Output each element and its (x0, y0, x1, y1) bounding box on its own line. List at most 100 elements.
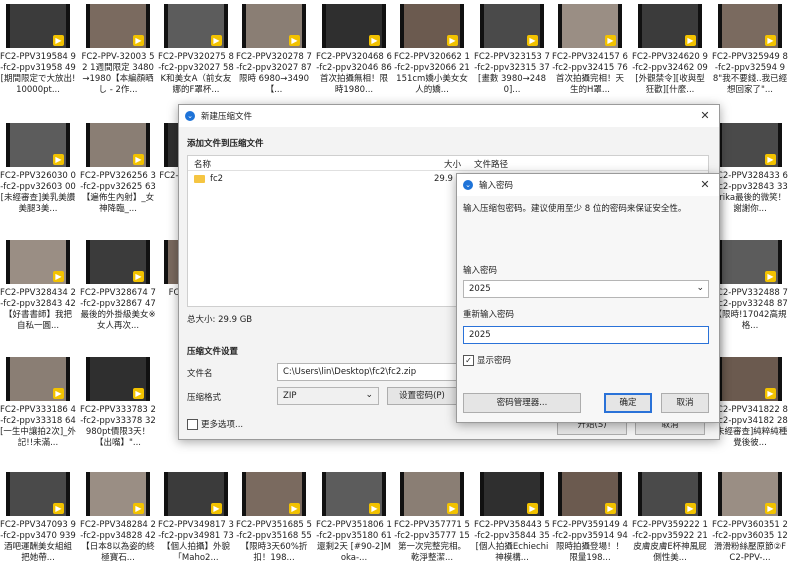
play-badge-icon: ▶ (765, 35, 776, 46)
video-file-tile[interactable]: ▶ FC2-PPV351806 1-fc2-ppv35180 61還剩2天 [#9… (316, 470, 392, 582)
play-badge-icon: ▶ (133, 271, 144, 282)
format-label: 压缩格式 (187, 393, 222, 403)
video-file-tile[interactable]: ▶ FC2-PPV359222 1-fc2-ppv35922 21皮膚皮膚E杯神風… (632, 470, 708, 582)
play-badge-icon: ▶ (289, 35, 300, 46)
video-file-name: FC2-PPV341822 8-fc2-ppv34182 28[未經審查]純粹純… (712, 405, 788, 448)
video-file-name: FC2-PPV320275 8-fc2-ppv32027 58K和美女A（前女友… (158, 52, 234, 95)
video-thumbnail: ▶ (718, 123, 782, 167)
play-badge-icon: ▶ (211, 35, 222, 46)
video-file-tile[interactable]: ▶ FC2-PPV351685 5-fc2-ppv35168 55【限時3天60%… (236, 470, 312, 582)
video-thumbnail: ▶ (6, 357, 70, 401)
video-thumbnail: ▶ (86, 357, 150, 401)
video-thumbnail: ▶ (718, 240, 782, 284)
app-icon: ⌄ (463, 180, 473, 190)
video-file-tile[interactable]: ▶ FC2-PPV324157 6-fc2-ppv32415 76首次拍攝完相！天… (552, 2, 628, 114)
play-badge-icon: ▶ (685, 35, 696, 46)
video-file-name: FC2-PPV320662 1-fc2-ppv32066 21151cm嬌小美女… (394, 52, 470, 95)
video-file-name: FC2-PPV323153 7-fc2-ppv32315 37[畫數 3980→… (474, 52, 550, 95)
column-path-header[interactable]: 文件路径 (474, 158, 508, 170)
video-file-tile[interactable]: ▶ FC2-PPV349817 3-fc2-ppv34981 73【個人拍攝】外貌… (158, 470, 234, 582)
format-select[interactable]: ZIP ⌄ (277, 387, 379, 405)
video-file-tile[interactable]: ▶ FC2-PPV348284 2-fc2-ppv34828 42【日本8以為姿的… (80, 470, 156, 582)
video-file-tile[interactable]: ▶ FC2-PPV320278 7-fc2-ppv32027 87限時 6980→… (236, 2, 312, 114)
video-thumbnail: ▶ (86, 123, 150, 167)
video-file-tile[interactable]: ▶ FC2-PPV328674 7-fc2-ppv32867 47最後的外掛級美女… (80, 238, 156, 350)
reenter-password-label: 重新输入密码 (463, 310, 515, 320)
play-badge-icon: ▶ (369, 35, 380, 46)
video-file-tile[interactable]: ▶ FC2-PPV359149 4-fc2-ppv35914 94限時拍攝登場！！… (552, 470, 628, 582)
video-file-name: FC2-PPV328434 2-fc2-ppv32843 42【好書書師】我把自… (0, 288, 76, 331)
column-name-header[interactable]: 名称 (194, 158, 211, 170)
play-badge-icon: ▶ (133, 388, 144, 399)
play-badge-icon: ▶ (133, 503, 144, 514)
video-file-tile[interactable]: ▶ FC2-PPV320275 8-fc2-ppv32027 58K和美女A（前女… (158, 2, 234, 114)
video-file-tile[interactable]: ▶ FC2-PPV-32003 52 1週間限定 3480→1980【本編顔晒し … (80, 2, 156, 114)
set-password-button[interactable]: 设置密码(P) (387, 387, 457, 405)
video-file-tile[interactable]: ▶ FC2-PPV347093 9-fc2-ppv3470 939酒吧運酬美女組組… (0, 470, 76, 582)
play-badge-icon: ▶ (133, 35, 144, 46)
password-dialog-title: 输入密码 (479, 181, 514, 191)
chevron-down-icon[interactable]: ⌄ (696, 283, 704, 293)
video-thumbnail: ▶ (6, 472, 70, 516)
more-options-label[interactable]: 更多选项... (201, 418, 243, 430)
video-thumbnail: ▶ (6, 4, 70, 48)
video-file-name: FC2-PPV328674 7-fc2-ppv32867 47最後的外掛級美女※… (80, 288, 156, 331)
reenter-password-input[interactable]: 2025 (463, 326, 709, 344)
video-file-tile[interactable]: ▶ FC2-PPV333783 2-fc2-ppv33378 32980pt價限3… (80, 355, 156, 467)
video-file-name: FC2-PPV360351 2-fc2-ppv36035 12滑滑粉絲壓原節②F… (712, 520, 788, 563)
show-password-checkbox[interactable]: ✓ (463, 355, 474, 366)
archive-dialog-title: 新建压缩文件 (201, 112, 253, 122)
password-titlebar[interactable]: ⌄ 输入密码 (457, 174, 719, 196)
video-thumbnail: ▶ (322, 4, 386, 48)
video-file-tile[interactable]: ▶ FC2-PPV328433 6-fc2-ppv32843 33Erika最後的… (712, 121, 788, 233)
app-icon: ⌄ (185, 111, 195, 121)
video-file-name: FC2-PPV359149 4-fc2-ppv35914 94限時拍攝登場！！限… (552, 520, 628, 563)
video-file-tile[interactable]: ▶ FC2-PPV333186 4-fc2-ppv33318 64[一生中讓拍2次… (0, 355, 76, 467)
video-file-name: FC2-PPV358443 5-fc2-ppv35844 35[個人拍攝Echi… (474, 520, 550, 563)
video-file-name: FC2-PPV349817 3-fc2-ppv34981 73【個人拍攝】外貌「… (158, 520, 234, 563)
video-file-name: FC2-PPV348284 2-fc2-ppv34828 42【日本8以為姿的終… (80, 520, 156, 563)
video-thumbnail: ▶ (242, 4, 306, 48)
video-file-tile[interactable]: ▶ FC2-PPV324620 9-fc2-ppv32462 09[外觀禁令][收… (632, 2, 708, 114)
video-file-tile[interactable]: ▶ FC2-PPV328434 2-fc2-ppv32843 42【好書書師】我把… (0, 238, 76, 350)
video-file-name: FC2-PPV325949 8-fc2-ppv32594 98"我不要錢..我已… (712, 52, 788, 95)
column-size-header[interactable]: 大小 (444, 158, 461, 170)
video-file-tile[interactable]: ▶ FC2-PPV323153 7-fc2-ppv32315 37[畫數 3980… (474, 2, 550, 114)
filename-value: C:\Users\lin\Desktop\fc2\fc2.zip (283, 367, 417, 377)
video-file-name: FC2-PPV-32003 52 1週間限定 3480→1980【本編顔晒し -… (81, 52, 155, 95)
video-file-tile[interactable]: ▶ FC2-PPV325949 8-fc2-ppv32594 98"我不要錢..我… (712, 2, 788, 114)
play-badge-icon: ▶ (605, 35, 616, 46)
video-file-tile[interactable]: ▶ FC2-PPV326256 3-fc2-ppv32625 63【遍佈生內射】_… (80, 121, 156, 233)
video-file-tile[interactable]: ▶ FC2-PPV357771 5-fc2-ppv35777 15第一次完整完相。… (394, 470, 470, 582)
play-badge-icon: ▶ (685, 503, 696, 514)
video-thumbnail: ▶ (558, 4, 622, 48)
video-file-tile[interactable]: ▶ FC2-PPV326030 0-fc2-ppv32603 00[未經審查]美乳… (0, 121, 76, 233)
play-badge-icon: ▶ (765, 388, 776, 399)
video-file-tile[interactable]: ▶ FC2-PPV341822 8-fc2-ppv34182 28[未經審查]純粹… (712, 355, 788, 467)
video-file-tile[interactable]: ▶ FC2-PPV360351 2-fc2-ppv36035 12滑滑粉絲壓原節②… (712, 470, 788, 582)
password-manager-button[interactable]: 密码管理器... (463, 393, 581, 413)
ok-button[interactable]: 确定 (604, 393, 652, 413)
video-thumbnail: ▶ (638, 472, 702, 516)
password-input[interactable]: 2025 ⌄ (463, 280, 709, 298)
video-file-tile[interactable]: ▶ FC2-PPV320662 1-fc2-ppv32066 21151cm嬌小美… (394, 2, 470, 114)
password-cancel-button[interactable]: 取消 (661, 393, 709, 413)
video-file-tile[interactable]: ▶ FC2-PPV320468 6-fc2-ppv32046 86首次拍攝無相！限… (316, 2, 392, 114)
video-file-tile[interactable]: ▶ FC2-PPV332488 7-fc2-ppv33248 87【限時!1704… (712, 238, 788, 350)
settings-heading: 压缩文件设置 (187, 347, 239, 357)
video-file-tile[interactable]: ▶ FC2-PPV358443 5-fc2-ppv35844 35[個人拍攝Ech… (474, 470, 550, 582)
filename-label: 文件名 (187, 369, 213, 379)
video-thumbnail: ▶ (164, 472, 228, 516)
video-file-name: FC2-PPV326256 3-fc2-ppv32625 63【遍佈生內射】_女… (80, 171, 156, 214)
more-options-checkbox[interactable] (187, 419, 198, 430)
video-thumbnail: ▶ (400, 472, 464, 516)
play-badge-icon: ▶ (447, 35, 458, 46)
show-password-label[interactable]: 显示密码 (477, 354, 511, 366)
video-thumbnail: ▶ (86, 472, 150, 516)
archive-titlebar[interactable]: ⌄ 新建压缩文件 (179, 105, 719, 127)
video-file-tile[interactable]: ▶ FC2-PPV319584 9-fc2-ppv31958 49[期間限定で大放… (0, 2, 76, 114)
filename-field[interactable]: C:\Users\lin\Desktop\fc2\fc2.zip (277, 363, 457, 381)
close-icon[interactable]: ✕ (691, 105, 719, 127)
play-badge-icon: ▶ (53, 271, 64, 282)
close-icon[interactable]: ✕ (691, 174, 719, 196)
